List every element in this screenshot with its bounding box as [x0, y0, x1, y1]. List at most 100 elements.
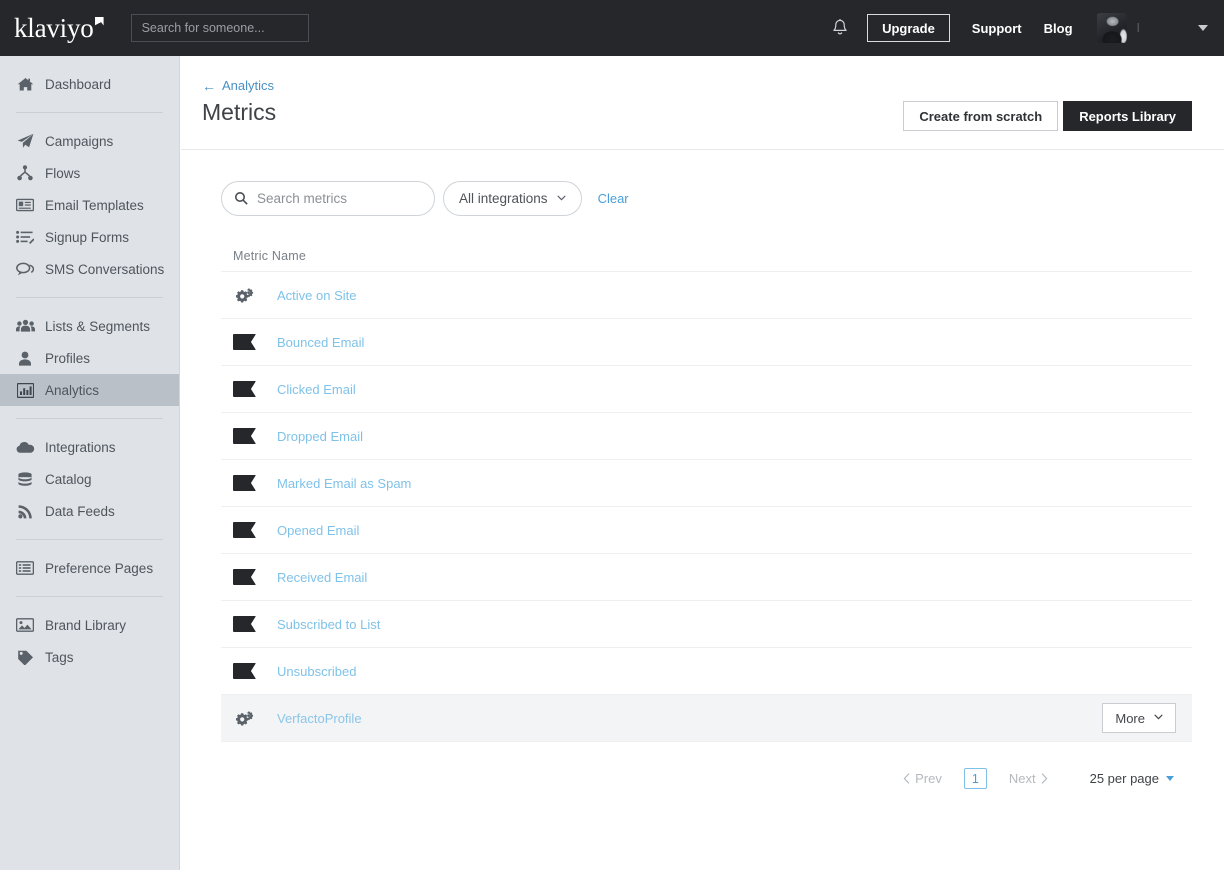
sidebar-item-label: SMS Conversations	[45, 261, 165, 277]
table-row[interactable]: Active on Site	[221, 272, 1192, 319]
image-icon	[15, 617, 35, 633]
users-group-icon	[15, 318, 35, 334]
sidebar-item-label: Analytics	[45, 382, 100, 398]
table-row[interactable]: Opened Email	[221, 507, 1192, 554]
page-actions: Create from scratch Reports Library	[903, 101, 1192, 131]
klaviyo-mark-icon	[233, 616, 263, 632]
sidebar-item-analytics[interactable]: Analytics	[0, 374, 179, 406]
sidebar-item-label: Catalog	[45, 471, 92, 487]
sidebar-group-4: Integrations Catalog Data Feeds	[0, 419, 179, 539]
sidebar-item-label: Data Feeds	[45, 503, 115, 519]
table-row[interactable]: Unsubscribed	[221, 648, 1192, 695]
table-row[interactable]: Bounced Email	[221, 319, 1192, 366]
metric-link[interactable]: Marked Email as Spam	[277, 476, 411, 491]
account-menu-caret-down-icon[interactable]	[1198, 25, 1208, 31]
database-stack-icon	[15, 471, 35, 487]
search-icon	[234, 191, 248, 205]
metric-link[interactable]: Clicked Email	[277, 382, 356, 397]
sidebar-item-label: Preference Pages	[45, 560, 154, 576]
klaviyo-mark-icon	[233, 334, 263, 350]
sidebar-item-label: Lists & Segments	[45, 318, 151, 334]
paper-plane-icon	[15, 133, 35, 149]
rss-feed-icon	[15, 503, 35, 519]
page-title: Metrics	[202, 99, 277, 125]
sidebar-item-catalog[interactable]: Catalog	[0, 463, 179, 495]
sidebar-item-flows[interactable]: Flows	[0, 157, 179, 189]
clear-filters-link[interactable]: Clear	[598, 191, 629, 206]
metric-link[interactable]: Unsubscribed	[277, 664, 357, 679]
sidebar-item-integrations[interactable]: Integrations	[0, 431, 179, 463]
chevron-right-icon	[1041, 773, 1048, 784]
metric-link[interactable]: Bounced Email	[277, 335, 364, 350]
metric-link[interactable]: VerfactoProfile	[277, 711, 362, 726]
sidebar-group-1: Dashboard	[0, 56, 179, 112]
sidebar-group-6: Brand Library Tags	[0, 597, 179, 685]
metrics-panel: All integrations Clear Metric Name Activ…	[181, 150, 1224, 789]
integrations-filter-dropdown[interactable]: All integrations	[443, 181, 582, 216]
metric-link[interactable]: Received Email	[277, 570, 367, 585]
chevron-left-icon	[903, 773, 910, 784]
sidebar-item-email-templates[interactable]: Email Templates	[0, 189, 179, 221]
metric-link[interactable]: Subscribed to List	[277, 617, 380, 632]
global-search-box[interactable]	[130, 14, 309, 42]
sidebar-item-label: Tags	[45, 649, 74, 665]
search-metrics-input[interactable]	[257, 191, 434, 206]
sidebar-item-label: Brand Library	[45, 617, 127, 633]
sidebar-item-lists-segments[interactable]: Lists & Segments	[0, 310, 179, 342]
klaviyo-mark-icon	[233, 663, 263, 679]
page-header: ← Analytics Metrics Create from scratch …	[181, 56, 1224, 150]
pagination-page-1[interactable]: 1	[963, 768, 987, 789]
metric-link[interactable]: Dropped Email	[277, 429, 363, 444]
chevron-down-icon	[1154, 714, 1163, 720]
avatar-photo	[1096, 13, 1127, 43]
table-row[interactable]: Received Email	[221, 554, 1192, 601]
klaviyo-logo[interactable]: klaviyo	[14, 14, 104, 42]
sidebar-item-signup-forms[interactable]: Signup Forms	[0, 221, 179, 253]
upgrade-button[interactable]: Upgrade	[867, 14, 950, 42]
per-page-label: 25 per page	[1089, 771, 1159, 786]
search-metrics-box[interactable]	[221, 181, 435, 216]
breadcrumb[interactable]: ← Analytics	[202, 78, 274, 93]
reports-library-button[interactable]: Reports Library	[1063, 101, 1192, 131]
sidebar-item-data-feeds[interactable]: Data Feeds	[0, 495, 179, 527]
sidebar-group-5: Preference Pages	[0, 540, 179, 596]
pagination-next-label: Next	[1008, 771, 1036, 786]
sidebar-item-campaigns[interactable]: Campaigns	[0, 125, 179, 157]
sidebar-group-2: Campaigns Flows Email Templates Signup F…	[0, 113, 179, 297]
table-row[interactable]: Subscribed to List	[221, 601, 1192, 648]
klaviyo-mark-icon	[233, 475, 263, 491]
create-from-scratch-button[interactable]: Create from scratch	[903, 101, 1059, 131]
bar-chart-icon	[15, 382, 35, 398]
metric-link[interactable]: Opened Email	[277, 523, 359, 538]
global-search-input[interactable]	[141, 21, 303, 35]
support-link[interactable]: Support	[972, 21, 1022, 36]
sidebar-item-sms-conversations[interactable]: SMS Conversations	[0, 253, 179, 285]
table-row[interactable]: Clicked Email	[221, 366, 1192, 413]
newspaper-icon	[15, 197, 35, 213]
klaviyo-flag-mark-icon	[94, 16, 104, 26]
pagination-next-button[interactable]: Next	[1009, 771, 1048, 786]
pagination-prev-button[interactable]: Prev	[903, 771, 942, 786]
blog-link[interactable]: Blog	[1044, 21, 1073, 36]
top-navigation-bar: klaviyo Upgrade Support Blog I	[0, 0, 1224, 56]
list-edit-icon	[15, 229, 35, 245]
row-more-button[interactable]: More	[1102, 703, 1176, 733]
bell-icon[interactable]	[831, 18, 849, 38]
table-row[interactable]: Dropped Email	[221, 413, 1192, 460]
flow-branch-icon	[15, 165, 35, 181]
sidebar-item-preference-pages[interactable]: Preference Pages	[0, 552, 179, 584]
gears-icon	[233, 285, 263, 305]
sidebar-item-brand-library[interactable]: Brand Library	[0, 609, 179, 641]
metric-link[interactable]: Active on Site	[277, 288, 357, 303]
main-content: ← Analytics Metrics Create from scratch …	[181, 56, 1224, 870]
klaviyo-mark-icon	[233, 522, 263, 538]
sidebar-item-label: Integrations	[45, 439, 116, 455]
per-page-selector[interactable]: 25 per page	[1090, 771, 1174, 786]
table-row[interactable]: VerfactoProfile More	[221, 695, 1192, 742]
table-row[interactable]: Marked Email as Spam	[221, 460, 1192, 507]
sidebar-item-profiles[interactable]: Profiles	[0, 342, 179, 374]
avatar[interactable]	[1096, 13, 1127, 43]
sidebar-item-dashboard[interactable]: Dashboard	[0, 68, 179, 100]
sidebar-item-tags[interactable]: Tags	[0, 641, 179, 673]
klaviyo-mark-icon	[233, 569, 263, 585]
